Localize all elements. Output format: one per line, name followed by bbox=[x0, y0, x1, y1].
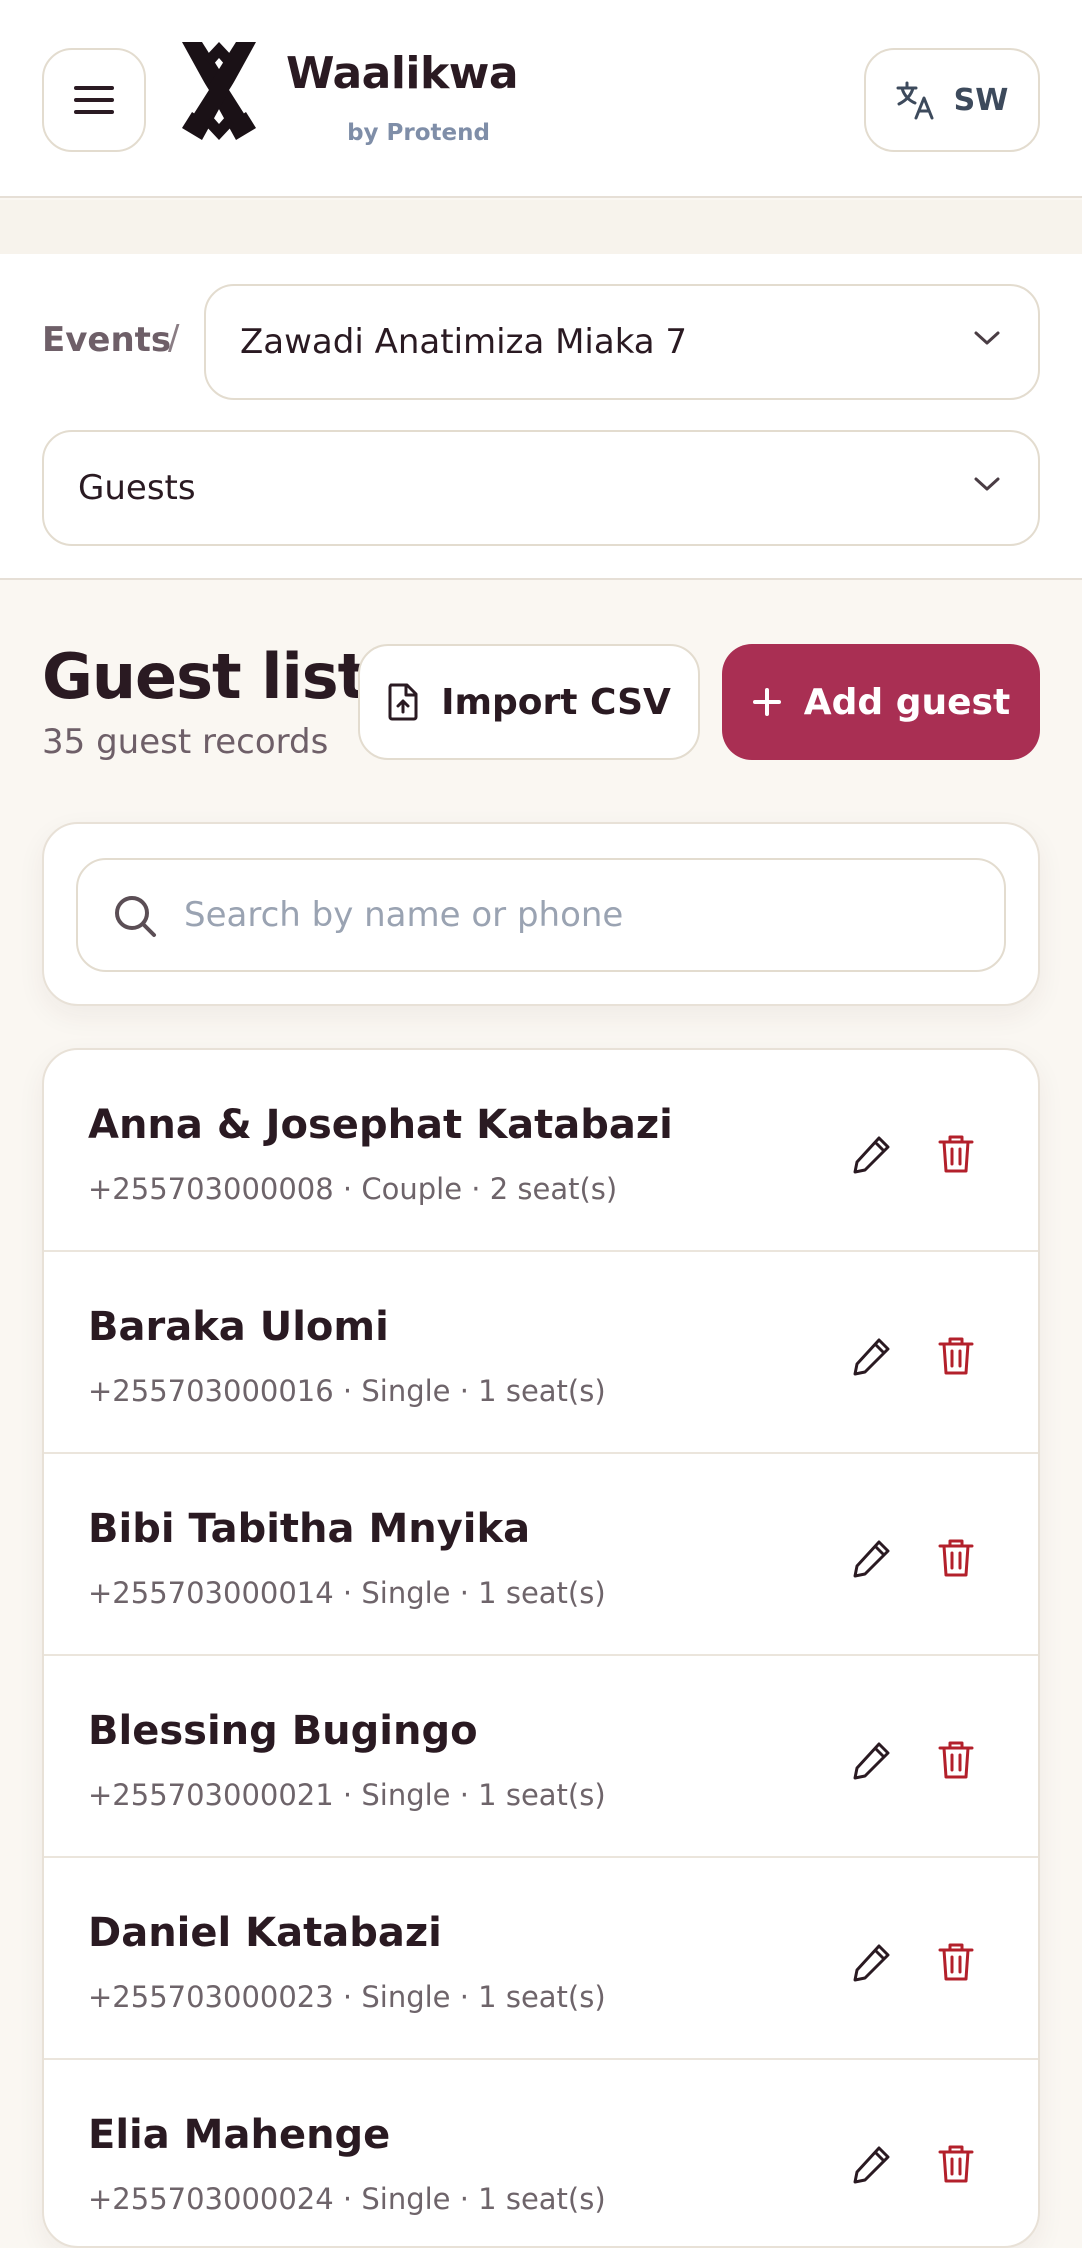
chevron-down-icon bbox=[974, 477, 1000, 491]
guest-row: Baraka Ulomi +255703000016 · Single · 1 … bbox=[44, 1252, 1038, 1454]
hamburger-icon bbox=[74, 86, 114, 114]
pencil-icon bbox=[853, 1540, 890, 1578]
add-guest-label: Add guest bbox=[803, 681, 1011, 723]
guest-list: Anna & Josephat Katabazi +255703000008 ·… bbox=[42, 1048, 1040, 2248]
waalikwa-logo bbox=[182, 42, 256, 140]
delete-button[interactable] bbox=[928, 2136, 984, 2192]
guest-row: Bibi Tabitha Mnyika +255703000014 · Sing… bbox=[44, 1454, 1038, 1656]
brand-byline: by Protend bbox=[347, 120, 490, 146]
guest-name: Daniel Katabazi bbox=[88, 1910, 442, 1956]
guest-name: Baraka Ulomi bbox=[88, 1304, 389, 1350]
delete-button[interactable] bbox=[928, 1530, 984, 1586]
trash-icon bbox=[938, 1135, 974, 1173]
guest-details: +255703000023 · Single · 1 seat(s) bbox=[88, 1980, 606, 2014]
guest-row: Anna & Josephat Katabazi +255703000008 ·… bbox=[44, 1050, 1038, 1252]
import-csv-label: Import CSV bbox=[441, 681, 671, 723]
section-select-value: Guests bbox=[78, 468, 196, 508]
section-select[interactable]: Guests bbox=[42, 430, 1040, 546]
header-spacer bbox=[0, 200, 1082, 254]
translate-icon bbox=[896, 81, 934, 120]
guest-name: Blessing Bugingo bbox=[88, 1708, 478, 1754]
guest-name: Bibi Tabitha Mnyika bbox=[88, 1506, 531, 1552]
edit-button[interactable] bbox=[844, 1934, 900, 1990]
delete-button[interactable] bbox=[928, 1328, 984, 1384]
pencil-icon bbox=[853, 1742, 890, 1780]
chevron-down-icon bbox=[974, 331, 1000, 345]
edit-button[interactable] bbox=[844, 1126, 900, 1182]
brand-name: Waalikwa bbox=[286, 48, 519, 99]
guest-count: 35 guest records bbox=[42, 722, 329, 762]
event-select[interactable]: Zawadi Anatimiza Miaka 7 bbox=[204, 284, 1040, 400]
guest-row: Daniel Katabazi +255703000023 · Single ·… bbox=[44, 1858, 1038, 2060]
search-box[interactable] bbox=[76, 858, 1006, 972]
add-guest-button[interactable]: Add guest bbox=[722, 644, 1040, 760]
edit-button[interactable] bbox=[844, 1328, 900, 1384]
guest-name: Elia Mahenge bbox=[88, 2112, 391, 2158]
breadcrumb-separator: / bbox=[168, 318, 180, 358]
context-panel: Events / Zawadi Anatimiza Miaka 7 Guests bbox=[0, 254, 1082, 580]
pencil-icon bbox=[853, 1136, 890, 1174]
guest-row: Elia Mahenge +255703000024 · Single · 1 … bbox=[44, 2060, 1038, 2246]
trash-icon bbox=[938, 2145, 974, 2183]
language-label: SW bbox=[953, 82, 1009, 118]
search-card bbox=[42, 822, 1040, 1006]
menu-button[interactable] bbox=[42, 48, 146, 152]
page-title: Guest list bbox=[42, 640, 367, 713]
guest-details: +255703000016 · Single · 1 seat(s) bbox=[88, 1374, 606, 1408]
guest-details: +255703000024 · Single · 1 seat(s) bbox=[88, 2182, 606, 2216]
import-csv-button[interactable]: Import CSV bbox=[358, 644, 700, 760]
file-upload-icon bbox=[388, 683, 418, 721]
guest-details: +255703000014 · Single · 1 seat(s) bbox=[88, 1576, 606, 1610]
plus-icon bbox=[752, 688, 781, 716]
search-icon bbox=[115, 896, 156, 937]
trash-icon bbox=[938, 1741, 974, 1779]
pencil-icon bbox=[853, 1944, 890, 1982]
event-select-value: Zawadi Anatimiza Miaka 7 bbox=[240, 322, 688, 362]
trash-icon bbox=[938, 1943, 974, 1981]
edit-button[interactable] bbox=[844, 1530, 900, 1586]
pencil-icon bbox=[853, 1338, 890, 1376]
guest-details: +255703000008 · Couple · 2 seat(s) bbox=[88, 1172, 618, 1206]
edit-button[interactable] bbox=[844, 1732, 900, 1788]
breadcrumb-events[interactable]: Events bbox=[42, 320, 171, 360]
delete-button[interactable] bbox=[928, 1126, 984, 1182]
delete-button[interactable] bbox=[928, 1934, 984, 1990]
trash-icon bbox=[938, 1539, 974, 1577]
edit-button[interactable] bbox=[844, 2136, 900, 2192]
language-button[interactable]: SW bbox=[864, 48, 1040, 152]
guest-row: Blessing Bugingo +255703000021 · Single … bbox=[44, 1656, 1038, 1858]
guest-name: Anna & Josephat Katabazi bbox=[88, 1102, 673, 1148]
app-header: Waalikwa by Protend SW bbox=[0, 0, 1082, 198]
delete-button[interactable] bbox=[928, 1732, 984, 1788]
search-input[interactable] bbox=[184, 862, 984, 968]
trash-icon bbox=[938, 1337, 974, 1375]
guest-details: +255703000021 · Single · 1 seat(s) bbox=[88, 1778, 606, 1812]
pencil-icon bbox=[853, 2146, 890, 2184]
